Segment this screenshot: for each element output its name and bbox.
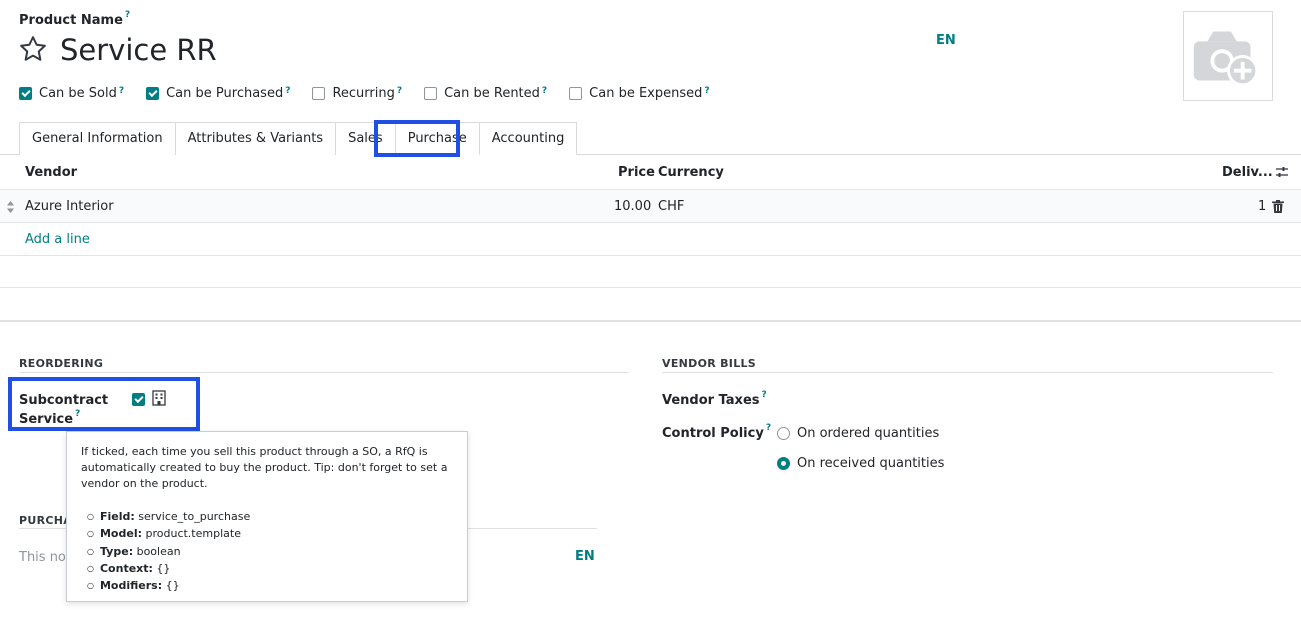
trash-icon[interactable]: [1272, 200, 1284, 213]
purchase-note-language[interactable]: EN: [575, 549, 595, 564]
can-be-expensed-checkbox[interactable]: [569, 87, 583, 100]
product-image-upload[interactable]: [1183, 11, 1273, 101]
can-be-rented-checkbox[interactable]: [424, 87, 438, 100]
section-separator: [0, 320, 1301, 322]
camera-plus-icon: [1193, 31, 1259, 87]
purchase-tab-highlight: [374, 120, 460, 157]
reordering-divider: [19, 372, 629, 373]
tooltip-item: Model: product.template: [87, 526, 250, 543]
column-header-delivery[interactable]: Deliv...: [1222, 165, 1273, 180]
can-be-purchased-option[interactable]: Can be Purchased?: [146, 86, 290, 101]
purchase-note-placeholder[interactable]: This not: [19, 550, 71, 565]
column-header-currency[interactable]: Currency: [658, 165, 724, 180]
vendor-cell[interactable]: Azure Interior: [25, 199, 114, 214]
currency-cell[interactable]: CHF: [658, 199, 684, 214]
recurring-option[interactable]: Recurring?: [312, 86, 402, 101]
tooltip-technical-info: Field: service_to_purchase Model: produc…: [87, 509, 250, 595]
vendor-bills-title: VENDOR BILLS: [662, 357, 757, 370]
received-quantities-radio[interactable]: [777, 457, 790, 470]
vendor-taxes-label: Vendor Taxes?: [662, 390, 767, 408]
language-selector[interactable]: EN: [936, 33, 956, 48]
settings-sliders-icon[interactable]: [1275, 165, 1289, 179]
tooltip-item: Field: service_to_purchase: [87, 509, 250, 526]
column-header-price[interactable]: Price: [618, 165, 655, 180]
recurring-checkbox[interactable]: [312, 87, 326, 100]
sort-handle-icon[interactable]: [7, 201, 14, 213]
ordered-quantities-radio[interactable]: [777, 427, 790, 440]
control-policy-option-received[interactable]: On received quantities: [777, 456, 944, 471]
can-be-expensed-option[interactable]: Can be Expensed?: [569, 86, 710, 101]
field-help-tooltip: If ticked, each time you sell this produ…: [66, 431, 468, 602]
subcontract-highlight: [8, 377, 200, 431]
reordering-title: REORDERING: [19, 357, 104, 370]
product-type-checkboxes: Can be Sold? Can be Purchased? Recurring…: [19, 86, 732, 101]
can-be-sold-option[interactable]: Can be Sold?: [19, 86, 124, 101]
control-policy-label: Control Policy?: [662, 423, 772, 441]
tooltip-item: Context: {}: [87, 561, 250, 578]
tab-general-information[interactable]: General Information: [19, 122, 176, 155]
tooltip-item: Modifiers: {}: [87, 578, 250, 595]
tab-accounting[interactable]: Accounting: [478, 122, 578, 155]
table-row-divider: [0, 255, 1301, 256]
notebook-tabs: General Information Attributes & Variant…: [19, 122, 578, 155]
tab-attributes-variants[interactable]: Attributes & Variants: [174, 122, 337, 155]
can-be-rented-option[interactable]: Can be Rented?: [424, 86, 547, 101]
tooltip-description: If ticked, each time you sell this produ…: [81, 445, 448, 490]
delivery-cell[interactable]: 1: [1258, 199, 1266, 214]
add-line-link[interactable]: Add a line: [25, 232, 90, 247]
tooltip-item: Type: boolean: [87, 544, 250, 561]
purchase-description-title: PURCHA: [19, 514, 73, 527]
table-row-divider: [0, 287, 1301, 288]
vendor-bills-divider: [662, 372, 1273, 373]
column-header-vendor[interactable]: Vendor: [25, 165, 77, 180]
price-cell[interactable]: 10.00: [614, 199, 651, 214]
product-name-label: Product Name?: [19, 10, 131, 28]
can-be-purchased-checkbox[interactable]: [146, 87, 160, 100]
can-be-sold-checkbox[interactable]: [19, 87, 32, 100]
control-policy-option-ordered[interactable]: On ordered quantities: [777, 426, 939, 441]
table-row-divider: [0, 222, 1301, 223]
star-icon[interactable]: [18, 34, 48, 64]
product-title[interactable]: Service RR: [60, 33, 217, 67]
